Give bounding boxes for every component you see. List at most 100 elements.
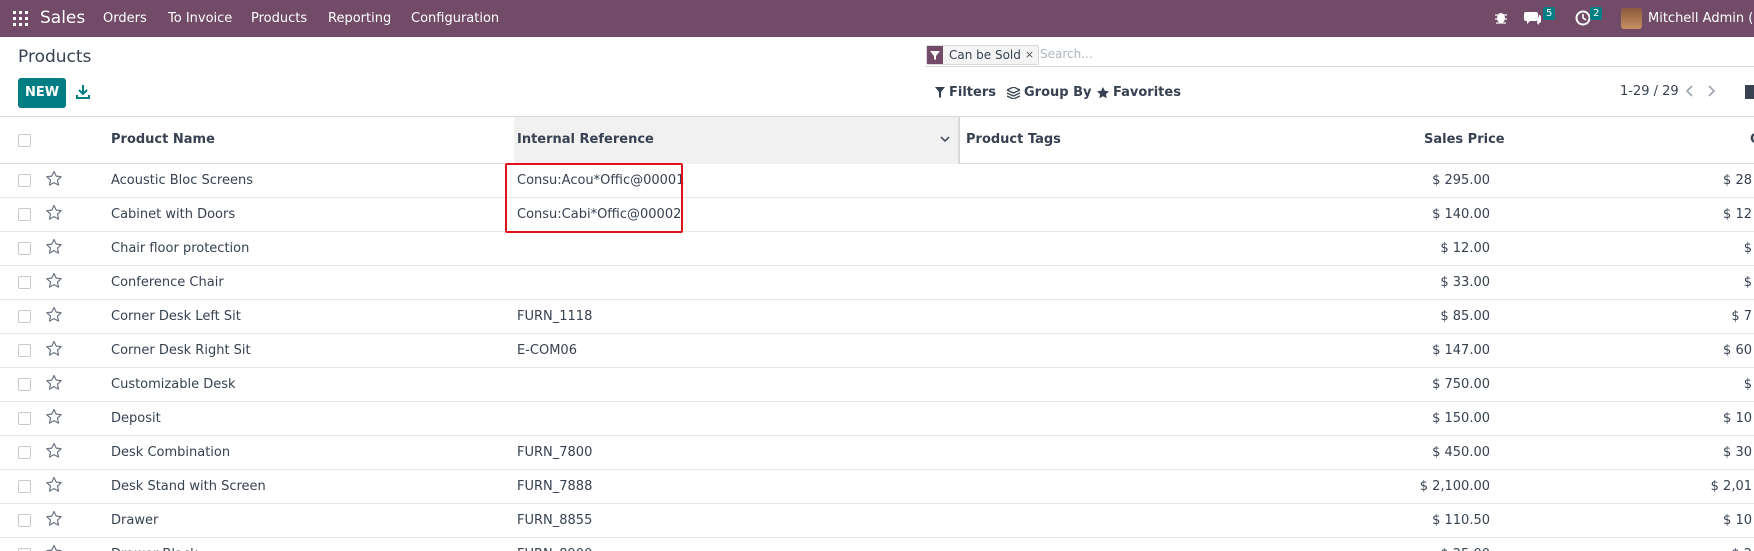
favorite-star-icon[interactable] (45, 340, 63, 358)
download-export-icon[interactable] (73, 82, 93, 102)
cell-internal-reference[interactable]: FURN_1118 (517, 309, 592, 324)
table-row[interactable]: Conference Chair $ 33.00 $ (0, 266, 1754, 300)
row-checkbox[interactable] (18, 446, 31, 459)
favorite-star-icon[interactable] (45, 408, 63, 426)
cell-sales-price[interactable]: $ 750.00 (1370, 377, 1490, 392)
row-checkbox[interactable] (18, 378, 31, 391)
debug-bug-icon[interactable] (1494, 10, 1508, 24)
cell-product-name[interactable]: Desk Combination (111, 445, 230, 460)
cell-internal-reference[interactable]: FURN_8855 (517, 513, 592, 528)
cell-internal-reference[interactable]: FURN_8900 (517, 547, 592, 551)
favorite-star-icon[interactable] (45, 272, 63, 290)
favorite-star-icon[interactable] (45, 374, 63, 392)
favorite-star-icon[interactable] (45, 238, 63, 256)
row-checkbox[interactable] (18, 310, 31, 323)
menu-products[interactable]: Products (251, 11, 307, 26)
menu-reporting[interactable]: Reporting (328, 11, 391, 26)
row-checkbox[interactable] (18, 174, 31, 187)
cell-sales-price[interactable]: $ 12.00 (1370, 241, 1490, 256)
column-header-sales-price[interactable]: Sales Price (1424, 132, 1505, 147)
favorite-star-icon[interactable] (45, 510, 63, 528)
cell-cost[interactable]: $ 10 (1723, 513, 1752, 528)
search-bar[interactable]: Can be Sold × Search... (925, 43, 1754, 67)
favorite-star-icon[interactable] (45, 476, 63, 494)
row-checkbox[interactable] (18, 276, 31, 289)
user-avatar[interactable] (1621, 8, 1642, 29)
cell-internal-reference[interactable]: FURN_7800 (517, 445, 592, 460)
cell-cost[interactable]: $ 28 (1723, 173, 1752, 188)
cell-cost[interactable]: $ (1744, 377, 1752, 392)
filters-button[interactable]: Filters (935, 85, 996, 100)
cell-sales-price[interactable]: $ 150.00 (1370, 411, 1490, 426)
view-switcher-icon[interactable] (1745, 85, 1754, 99)
cell-product-name[interactable]: Corner Desk Right Sit (111, 343, 251, 358)
table-row[interactable]: Drawer FURN_8855 $ 110.50 $ 10 (0, 504, 1754, 538)
cell-sales-price[interactable]: $ 25.00 (1370, 547, 1490, 551)
favorite-star-icon[interactable] (45, 544, 63, 551)
column-header-product-name[interactable]: Product Name (111, 132, 215, 147)
table-row[interactable]: Desk Combination FURN_7800 $ 450.00 $ 30 (0, 436, 1754, 470)
table-row[interactable]: Deposit $ 150.00 $ 10 (0, 402, 1754, 436)
menu-orders[interactable]: Orders (103, 11, 147, 26)
activities-clock-icon[interactable] (1575, 10, 1591, 26)
cell-cost[interactable]: $ (1744, 275, 1752, 290)
select-all-checkbox[interactable] (18, 134, 31, 147)
group-by-button[interactable]: Group By (1007, 85, 1091, 100)
cell-sales-price[interactable]: $ 450.00 (1370, 445, 1490, 460)
page-title[interactable]: Products (18, 47, 91, 67)
pager-value[interactable]: 1-29 / 29 (1620, 84, 1679, 99)
cell-cost[interactable]: $ 60 (1723, 343, 1752, 358)
row-checkbox[interactable] (18, 344, 31, 357)
cell-cost[interactable]: $ 30 (1723, 445, 1752, 460)
row-checkbox[interactable] (18, 412, 31, 425)
favorite-star-icon[interactable] (45, 204, 63, 222)
table-row[interactable]: Corner Desk Left Sit FURN_1118 $ 85.00 $ 7 (0, 300, 1754, 334)
new-button[interactable]: NEW (18, 78, 66, 108)
user-menu[interactable]: Mitchell Admin (ap (1648, 11, 1754, 26)
facet-remove-icon[interactable]: × (1024, 46, 1039, 64)
favorite-star-icon[interactable] (45, 306, 63, 324)
cell-sales-price[interactable]: $ 2,100.00 (1370, 479, 1490, 494)
row-checkbox[interactable] (18, 514, 31, 527)
menu-to-invoice[interactable]: To Invoice (168, 11, 232, 26)
cell-cost[interactable]: $ 2 (1731, 547, 1752, 551)
menu-configuration[interactable]: Configuration (411, 11, 499, 26)
cell-product-name[interactable]: Drawer Black (111, 547, 198, 551)
cell-sales-price[interactable]: $ 295.00 (1370, 173, 1490, 188)
column-header-cost[interactable]: C (1750, 132, 1754, 147)
cell-cost[interactable]: $ 10 (1723, 411, 1752, 426)
cell-cost[interactable]: $ (1744, 241, 1752, 256)
cell-product-name[interactable]: Chair floor protection (111, 241, 249, 256)
row-checkbox[interactable] (18, 242, 31, 255)
row-checkbox[interactable] (18, 480, 31, 493)
favorites-button[interactable]: Favorites (1097, 85, 1181, 100)
cell-internal-reference[interactable]: E-COM06 (517, 343, 577, 358)
messages-chat-icon[interactable] (1524, 9, 1542, 27)
apps-menu-icon[interactable] (13, 11, 28, 26)
row-checkbox[interactable] (18, 208, 31, 221)
cell-sales-price[interactable]: $ 85.00 (1370, 309, 1490, 324)
cell-product-name[interactable]: Deposit (111, 411, 161, 426)
table-row[interactable]: Customizable Desk $ 750.00 $ (0, 368, 1754, 402)
pager-previous-icon[interactable] (1685, 84, 1695, 98)
cell-product-name[interactable]: Drawer (111, 513, 158, 528)
table-row[interactable]: Cabinet with Doors Consu:Cabi*Offic@00002… (0, 198, 1754, 232)
sort-chevron-down-icon[interactable] (939, 133, 951, 145)
cell-cost[interactable]: $ 7 (1731, 309, 1752, 324)
pager-next-icon[interactable] (1706, 84, 1716, 98)
search-input[interactable]: Search... (1040, 47, 1093, 61)
cell-internal-reference[interactable]: FURN_7888 (517, 479, 592, 494)
cell-sales-price[interactable]: $ 147.00 (1370, 343, 1490, 358)
cell-cost[interactable]: $ 2,01 (1711, 479, 1752, 494)
cell-product-name[interactable]: Desk Stand with Screen (111, 479, 266, 494)
cell-sales-price[interactable]: $ 110.50 (1370, 513, 1490, 528)
table-row[interactable]: Desk Stand with Screen FURN_7888 $ 2,100.0… (0, 470, 1754, 504)
cell-product-name[interactable]: Corner Desk Left Sit (111, 309, 241, 324)
cell-product-name[interactable]: Cabinet with Doors (111, 207, 235, 222)
app-name[interactable]: Sales (40, 8, 85, 28)
cell-sales-price[interactable]: $ 33.00 (1370, 275, 1490, 290)
cell-product-name[interactable]: Conference Chair (111, 275, 224, 290)
table-row[interactable]: Drawer Black FURN_8900 $ 25.00 $ 2 (0, 538, 1754, 551)
cell-cost[interactable]: $ 12 (1723, 207, 1752, 222)
favorite-star-icon[interactable] (45, 442, 63, 460)
